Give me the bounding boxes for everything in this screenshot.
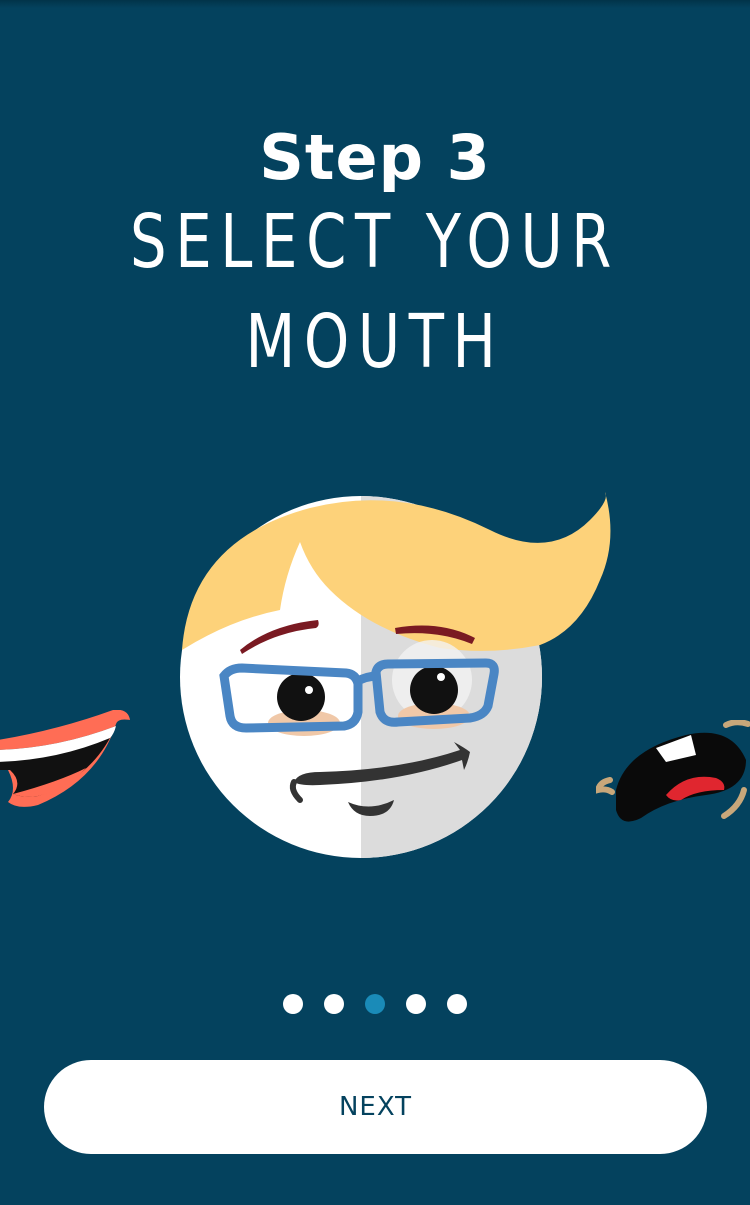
next-button-label: NEXT	[338, 1092, 413, 1122]
step-instruction: SELECT YOUR MOUTH	[130, 199, 620, 385]
page-dot[interactable]	[324, 994, 344, 1014]
status-bar-shadow	[0, 0, 750, 8]
page-dot[interactable]	[447, 994, 467, 1014]
page-dot[interactable]	[283, 994, 303, 1014]
page-indicator	[0, 994, 750, 1018]
next-button[interactable]: NEXT	[44, 1060, 707, 1154]
page-dot-active[interactable]	[365, 994, 385, 1014]
crying-mouth-option[interactable]	[596, 720, 750, 830]
smile-mouth-option[interactable]	[0, 710, 138, 820]
step-title: Step 3	[259, 121, 491, 194]
page-dot[interactable]	[406, 994, 426, 1014]
mouth-carousel[interactable]	[0, 470, 750, 870]
smirk-face-preview	[180, 492, 611, 858]
